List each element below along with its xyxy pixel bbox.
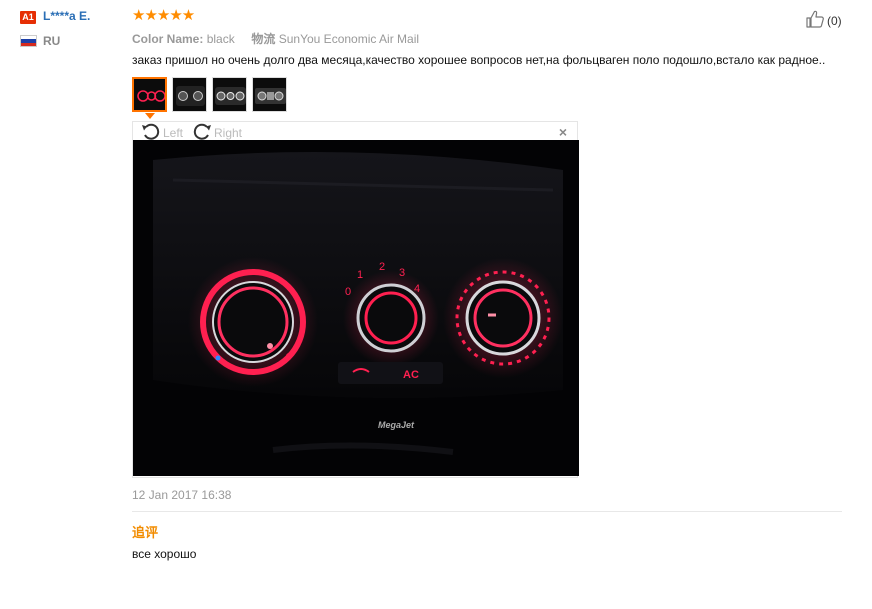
fan-speed-0: 0	[345, 286, 351, 298]
reviewer-name[interactable]: L****a E.	[43, 9, 90, 23]
rotate-right-label: Right	[214, 126, 243, 140]
ac-label: AC	[403, 369, 419, 381]
active-thumbnail-indicator	[145, 113, 155, 119]
shipping-label: 物流	[251, 32, 276, 46]
russia-flag-icon	[20, 35, 37, 47]
thumbnail-photo-2[interactable]	[172, 77, 207, 112]
review-date: 12 Jan 2017 16:38	[132, 488, 232, 502]
star-rating: ★★★★★	[132, 7, 195, 24]
divider	[132, 511, 842, 512]
fan-speed-3: 3	[399, 267, 405, 279]
svg-text:▲: ▲	[245, 267, 255, 278]
thumbs-up-icon	[805, 9, 825, 32]
rotate-left-label: Left	[163, 126, 184, 140]
thumbnail-photo-1[interactable]	[132, 77, 167, 112]
thumbnail-strip	[132, 77, 287, 112]
thumbnail-photo-3[interactable]	[212, 77, 247, 112]
thumbnail-photo-4[interactable]	[252, 77, 287, 112]
user-level-badge: A1	[20, 11, 36, 24]
shipping-value: SunYou Economic Air Mail	[278, 32, 420, 46]
helpful-button[interactable]: (0)	[805, 9, 842, 32]
review-meta: Color Name: black 物流 SunYou Economic Air…	[132, 30, 419, 47]
close-viewer-button[interactable]: ×	[559, 124, 567, 140]
fan-speed-4: 4	[414, 283, 420, 295]
color-name-value: black	[206, 32, 235, 46]
reviewer-country: RU	[43, 34, 61, 48]
photo-brand-label: MegaJet	[378, 420, 415, 430]
fan-speed-2: 2	[379, 261, 385, 273]
color-name-label: Color Name:	[132, 32, 204, 46]
review-text: заказ пришол но очень долго два месяца,к…	[132, 53, 826, 67]
additional-feedback-title: 追评	[132, 525, 159, 540]
photo-viewer: Left Right × ▲ 0 1 2 3 4 AC MegaJet	[132, 121, 579, 478]
review-photo: ▲ 0 1 2 3 4 AC MegaJet	[133, 140, 579, 476]
additional-feedback-text: все хорошо	[132, 547, 197, 561]
fan-speed-1: 1	[357, 269, 363, 281]
helpful-count: (0)	[827, 13, 842, 28]
